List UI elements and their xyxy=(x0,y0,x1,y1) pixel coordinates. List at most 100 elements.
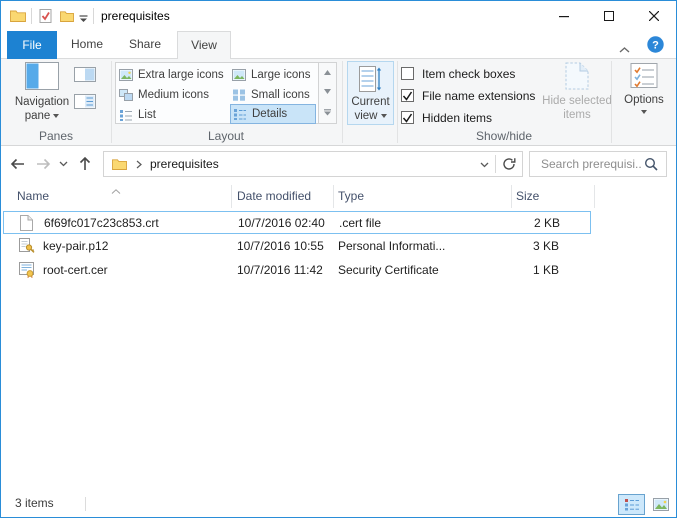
layout-medium-icons[interactable]: Medium icons xyxy=(119,85,209,105)
medium-icons-icon xyxy=(119,89,133,101)
current-view-button[interactable]: Current view xyxy=(347,61,394,125)
address-dropdown-button[interactable] xyxy=(473,157,495,171)
explorer-window: prerequisites File Home Share View ? xyxy=(0,0,677,518)
qat-properties-button[interactable] xyxy=(39,9,52,26)
close-button[interactable] xyxy=(631,1,676,31)
svg-text:?: ? xyxy=(652,40,659,52)
window-title: prerequisites xyxy=(101,1,170,31)
qat-new-folder-button[interactable] xyxy=(60,10,74,25)
address-folder-icon xyxy=(112,158,127,170)
file-name: root-cert.cer xyxy=(43,259,108,282)
layout-small-icons[interactable]: Small icons xyxy=(232,85,310,105)
details-view-icon xyxy=(233,108,247,120)
forward-button[interactable] xyxy=(35,156,52,172)
column-header-type[interactable]: Type xyxy=(338,185,364,208)
minimize-button[interactable] xyxy=(541,1,586,31)
check-icon xyxy=(402,91,413,101)
small-icons-icon xyxy=(232,89,246,101)
search-icon xyxy=(644,157,658,171)
column-separator[interactable] xyxy=(333,185,334,208)
details-view-toggle[interactable] xyxy=(618,494,645,515)
layout-gallery-scrollbar[interactable] xyxy=(318,62,337,124)
file-size: 1 KB xyxy=(473,259,559,282)
file-date-modified: 10/7/2016 10:55 xyxy=(237,235,324,258)
up-button[interactable] xyxy=(77,155,93,172)
navigation-pane-label-2: pane xyxy=(25,109,60,123)
column-separator[interactable] xyxy=(511,185,512,208)
file-list: Name Date modified Type Size 6f69fc017c2… xyxy=(1,182,676,491)
recent-locations-button[interactable] xyxy=(59,161,68,167)
column-separator[interactable] xyxy=(231,185,232,208)
checkbox-box xyxy=(401,111,414,124)
layout-details[interactable]: Details xyxy=(230,104,316,124)
status-separator xyxy=(85,497,86,511)
maximize-button[interactable] xyxy=(586,1,631,31)
column-header-size[interactable]: Size xyxy=(516,185,539,208)
dropdown-caret-icon xyxy=(641,110,647,114)
file-row[interactable]: key-pair.p12 10/7/2016 10:55 Personal In… xyxy=(3,235,591,258)
group-separator xyxy=(611,61,612,143)
tab-home[interactable]: Home xyxy=(61,31,113,58)
collapse-ribbon-button[interactable] xyxy=(619,42,630,56)
help-icon: ? xyxy=(647,36,664,53)
hide-selected-items-button[interactable]: Hide selected items xyxy=(539,62,615,122)
help-button[interactable]: ? xyxy=(647,36,664,56)
back-button[interactable] xyxy=(9,156,26,172)
navigation-pane-icon xyxy=(25,62,59,90)
checkbox-hidden-items[interactable]: Hidden items xyxy=(401,110,492,125)
file-type: Personal Informati... xyxy=(338,235,445,258)
column-separator[interactable] xyxy=(594,185,595,208)
titlebar-separator xyxy=(93,8,94,24)
checkbox-box xyxy=(401,67,414,80)
tab-file[interactable]: File xyxy=(7,31,57,59)
file-row[interactable]: root-cert.cer 10/7/2016 11:42 Security C… xyxy=(3,259,591,282)
large-icons-icon xyxy=(232,69,246,81)
details-pane-icon xyxy=(74,94,96,109)
ribbon-tabs: File Home Share View ? xyxy=(1,31,676,59)
gallery-scroll-down-icon xyxy=(324,89,331,94)
file-name: key-pair.p12 xyxy=(43,235,108,258)
checkbox-item-check-boxes[interactable]: Item check boxes xyxy=(401,66,515,81)
items-count: 3 items xyxy=(15,491,54,516)
preview-pane-icon xyxy=(74,67,96,82)
refresh-button[interactable] xyxy=(496,157,522,171)
options-button[interactable]: Options xyxy=(615,62,673,114)
chevron-down-icon xyxy=(480,162,489,168)
search-input[interactable] xyxy=(539,156,644,172)
current-view-icon xyxy=(359,66,382,92)
navigation-pane-button[interactable]: Navigation pane xyxy=(11,62,73,123)
search-box xyxy=(529,151,667,177)
refresh-icon xyxy=(502,157,516,171)
checkbox-box xyxy=(401,89,414,102)
chevron-up-icon xyxy=(619,47,630,53)
maximize-icon xyxy=(604,11,614,21)
tab-share[interactable]: Share xyxy=(117,31,173,58)
thumbnails-view-toggle[interactable] xyxy=(648,494,673,515)
key-certificate-icon xyxy=(19,238,35,255)
layout-extra-large-icons[interactable]: Extra large icons xyxy=(119,65,224,85)
chevron-down-icon xyxy=(59,161,68,167)
options-label: Options xyxy=(624,93,664,107)
column-header-date-modified[interactable]: Date modified xyxy=(237,185,311,208)
list-view-icon xyxy=(119,109,133,121)
preview-pane-button[interactable] xyxy=(69,63,101,86)
file-row[interactable]: 6f69fc017c23c853.crt 10/7/2016 02:40 .ce… xyxy=(3,211,591,234)
titlebar[interactable]: prerequisites xyxy=(1,1,676,31)
column-header-name[interactable]: Name xyxy=(17,185,49,208)
gallery-more-icon xyxy=(323,109,332,116)
qat-customize-button[interactable] xyxy=(79,12,88,26)
layout-group-label: Layout xyxy=(115,129,337,143)
layout-large-icons[interactable]: Large icons xyxy=(232,65,310,85)
layout-list[interactable]: List xyxy=(119,105,156,125)
details-pane-button[interactable] xyxy=(69,90,101,113)
tab-view[interactable]: View xyxy=(177,31,231,59)
status-bar: 3 items xyxy=(1,491,676,517)
address-bar[interactable]: prerequisites xyxy=(103,151,523,177)
check-icon xyxy=(402,113,413,123)
breadcrumb-folder[interactable]: prerequisites xyxy=(150,157,219,171)
group-separator xyxy=(397,61,398,143)
search-button[interactable] xyxy=(644,157,658,171)
close-icon xyxy=(649,11,659,21)
checkbox-file-name-extensions[interactable]: File name extensions xyxy=(401,88,535,103)
gallery-scroll-up-icon xyxy=(324,70,331,75)
